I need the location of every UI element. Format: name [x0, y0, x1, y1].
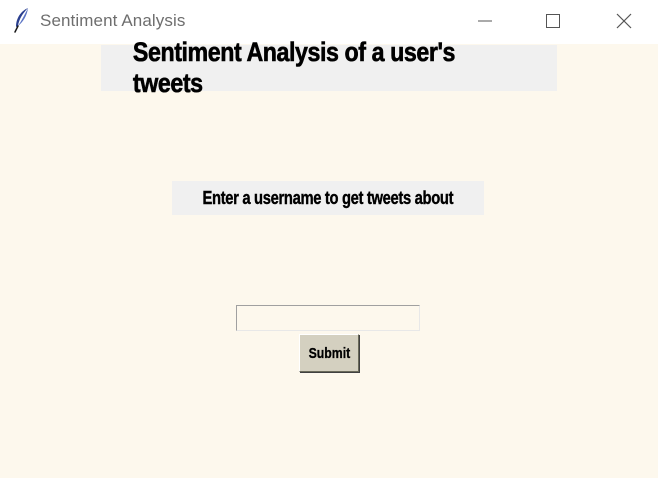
maximize-button[interactable] — [530, 0, 576, 42]
minimize-button[interactable] — [462, 0, 508, 42]
submit-button-label: Submit — [308, 344, 350, 362]
username-input[interactable] — [236, 305, 420, 331]
main-window-content: Sentiment Analysis of a user's tweets En… — [0, 37, 658, 478]
minimize-icon — [477, 13, 493, 29]
username-prompt-label: Enter a username to get tweets about — [172, 181, 484, 215]
window-title: Sentiment Analysis — [40, 11, 186, 30]
maximize-icon — [545, 13, 561, 29]
close-button[interactable] — [601, 0, 647, 42]
feather-icon — [12, 7, 32, 33]
page-title-text: Sentiment Analysis of a user's tweets — [132, 37, 456, 99]
username-prompt-text: Enter a username to get tweets about — [202, 187, 454, 208]
close-icon — [615, 12, 633, 30]
page-title: Sentiment Analysis of a user's tweets — [101, 37, 557, 98]
submit-button[interactable]: Submit — [299, 334, 359, 372]
